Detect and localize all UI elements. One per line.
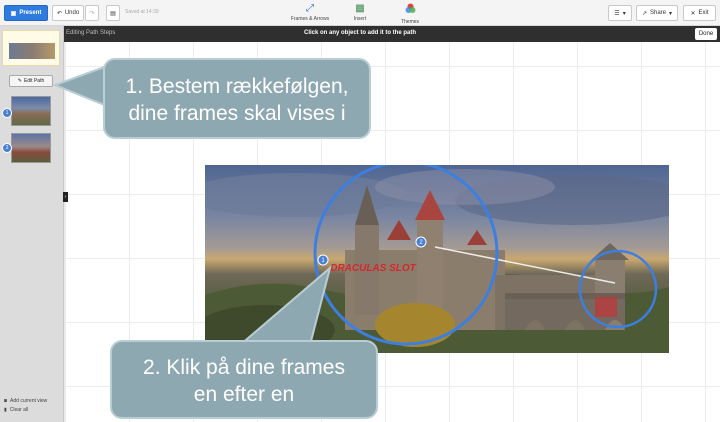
chevron-down-icon: ▾ <box>669 10 673 17</box>
chevron-right-icon: › <box>64 194 67 200</box>
clear-all-button[interactable]: ▮ Clear all <box>4 407 28 413</box>
path-step-thumbnail[interactable] <box>11 96 51 126</box>
overview-thumbnail[interactable] <box>2 30 60 66</box>
done-button[interactable]: Done <box>695 28 717 40</box>
castle-photo[interactable]: 1 2 DRACULAS SLOT <box>205 165 669 353</box>
camera-icon: ◙ <box>4 398 8 404</box>
sidebar-collapse-handle[interactable]: › <box>63 192 68 202</box>
edit-instruction: Click on any object to add it to the pat… <box>303 30 416 36</box>
frames-arrows-tool[interactable]: ⤢ Frames & Arrows <box>283 3 337 25</box>
add-current-view-button[interactable]: ◙ Add current view <box>4 398 47 404</box>
exit-button[interactable]: ✕ Exit <box>683 5 716 21</box>
instruction-callout-2: 2. Klik på dine frames en efter en <box>110 340 378 419</box>
insert-tool[interactable]: ▩ Insert <box>333 3 387 25</box>
instruction-callout-1: 1. Bestem rækkefølgen, dine frames skal … <box>103 58 371 139</box>
edit-path-bar: Editing Path Steps Click on any object t… <box>0 26 720 42</box>
overview-preview <box>9 43 55 59</box>
themes-icon <box>405 3 416 17</box>
close-icon: ✕ <box>690 10 696 17</box>
undo-icon: ↶ <box>56 10 62 17</box>
step-number-badge: 1 <box>2 108 12 118</box>
chevron-down-icon: ▾ <box>622 10 626 17</box>
present-icon: ▣ <box>10 10 17 17</box>
save-button[interactable]: ▤ <box>106 5 120 21</box>
trash-icon: ▮ <box>4 407 7 413</box>
step-number-badge: 2 <box>2 143 12 153</box>
pencil-icon: ✎ <box>17 78 22 84</box>
save-icon: ▤ <box>110 10 116 17</box>
view-menu-button[interactable]: ☰ ▾ <box>608 5 632 21</box>
frames-arrows-icon: ⤢ <box>306 3 314 14</box>
share-icon: ↗ <box>641 10 647 17</box>
present-button[interactable]: ▣ Present <box>4 5 48 21</box>
path-step-thumbnail[interactable] <box>11 133 51 163</box>
slide-title-text[interactable]: DRACULAS SLOT <box>330 263 416 274</box>
menu-icon: ☰ <box>614 10 620 17</box>
share-button[interactable]: ↗ Share ▾ <box>636 5 678 21</box>
insert-image-icon: ▩ <box>355 3 365 14</box>
redo-icon: ↷ <box>89 10 95 17</box>
redo-button[interactable]: ↷ <box>85 5 99 21</box>
saved-status: Saved at 14:39 <box>125 9 159 15</box>
top-toolbar: ▣ Present ↶ Undo ↷ ▤ Saved at 14:39 ⤢ Fr… <box>0 0 720 26</box>
undo-button[interactable]: ↶ Undo <box>52 5 84 21</box>
themes-tool[interactable]: Themes <box>383 3 437 25</box>
path-sidebar: ✎ Edit Path 1 2 ◙ Add current view ▮ Cle… <box>0 26 64 422</box>
edit-path-button[interactable]: ✎ Edit Path <box>9 75 53 87</box>
